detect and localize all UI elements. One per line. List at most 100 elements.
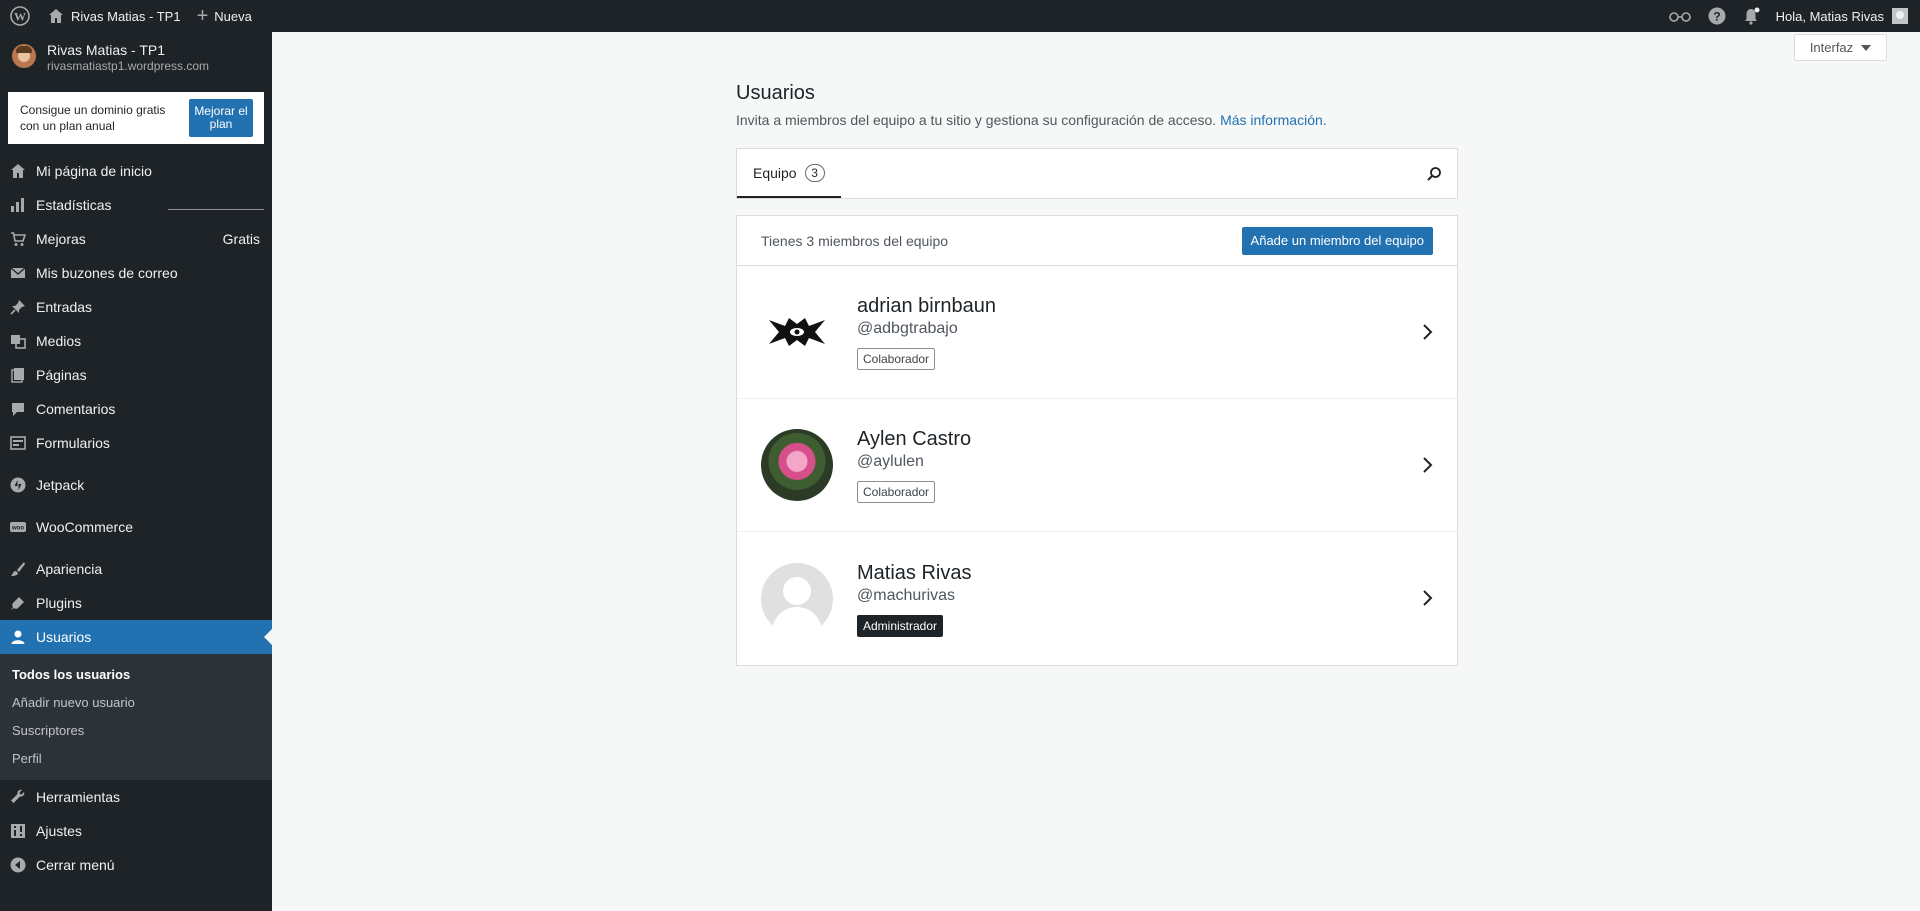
site-title: Rivas Matias - TP1	[71, 8, 181, 24]
menu-item-comments[interactable]: Comentarios	[0, 392, 272, 426]
members-header: Tienes 3 miembros del equipo Añade un mi…	[737, 216, 1457, 266]
divider	[168, 209, 264, 210]
submenu-all-users[interactable]: Todos los usuarios	[0, 660, 272, 688]
menu-item-pages[interactable]: Páginas	[0, 358, 272, 392]
reader-icon[interactable]	[1660, 0, 1700, 32]
cart-icon	[10, 231, 26, 247]
add-member-button[interactable]: Añade un miembro del equipo	[1241, 226, 1433, 255]
submenu-add-user[interactable]: Añadir nuevo usuario	[0, 688, 272, 716]
domain-promo: Consigue un dominio gratis con un plan a…	[8, 92, 264, 144]
menu-item-mailboxes[interactable]: Mis buzones de correo	[0, 256, 272, 290]
submenu-subscribers[interactable]: Suscriptores	[0, 716, 272, 744]
site-card[interactable]: Rivas Matias - TP1 rivasmatiastp1.wordpr…	[0, 32, 272, 84]
search-icon[interactable]	[1419, 159, 1449, 189]
menu-item-collapse[interactable]: Cerrar menú	[0, 848, 272, 882]
menu-item-upgrades[interactable]: Mejoras Gratis	[0, 222, 272, 256]
menu-item-label: Jetpack	[36, 477, 85, 493]
site-name: Rivas Matias - TP1	[47, 42, 165, 58]
plus-icon: +	[196, 5, 209, 27]
help-icon[interactable]: ?	[1700, 0, 1734, 32]
menu-item-label: Ajustes	[36, 823, 82, 839]
role-badge: Colaborador	[857, 348, 936, 370]
menu-item-label: Páginas	[36, 367, 87, 383]
menu-item-label: Comentarios	[36, 401, 116, 417]
avatar	[1892, 8, 1908, 24]
home-icon	[10, 163, 26, 179]
menu-item-label: Herramientas	[36, 789, 121, 805]
menu-item-label: Estadísticas	[36, 197, 112, 213]
menu-item-label: Medios	[36, 333, 82, 349]
woo-icon: woo	[10, 519, 26, 535]
interface-dropdown[interactable]: Interfaz	[1794, 34, 1887, 61]
site-avatar	[12, 44, 36, 68]
menu-item-users[interactable]: Usuarios	[0, 620, 272, 654]
forms-icon	[10, 435, 26, 451]
user-icon	[10, 629, 26, 645]
menu-item-forms[interactable]: Formularios	[0, 426, 272, 460]
greeting: Hola, Matias Rivas	[1775, 8, 1884, 24]
promo-text: Consigue un dominio gratis con un plan a…	[20, 103, 166, 133]
users-submenu: Todos los usuarios Añadir nuevo usuario …	[0, 654, 272, 780]
chevron-right-icon	[1423, 324, 1433, 340]
members-summary: Tienes 3 miembros del equipo	[761, 232, 949, 249]
tab-label: Equipo	[753, 164, 797, 181]
tabs-bar: Equipo 3	[736, 148, 1458, 199]
menu-item-appearance[interactable]: Apariencia	[0, 552, 272, 586]
stats-icon	[10, 197, 26, 213]
settings-icon	[10, 823, 26, 839]
new-label: Nueva	[214, 8, 252, 24]
site-home-link[interactable]: Rivas Matias - TP1	[40, 0, 189, 32]
list-item[interactable]: adrian birnbaun @adbgtrabajo Colaborador	[737, 266, 1457, 399]
jetpack-icon	[10, 477, 26, 493]
menu-item-posts[interactable]: Entradas	[0, 290, 272, 324]
wrench-icon	[10, 789, 26, 805]
member-handle: @aylulen	[857, 453, 924, 470]
member-name: Matias Rivas	[857, 561, 972, 584]
role-badge: Administrador	[857, 614, 944, 637]
members-card: Tienes 3 miembros del equipo Añade un mi…	[736, 215, 1458, 666]
chevron-right-icon	[1423, 457, 1433, 473]
submenu-profile[interactable]: Perfil	[0, 744, 272, 772]
list-item[interactable]: Matias Rivas @machurivas Administrador	[737, 532, 1457, 665]
svg-text:woo: woo	[11, 526, 24, 532]
page-subtitle: Invita a miembros del equipo a tu sitio …	[736, 112, 1458, 128]
caret-down-icon	[1861, 44, 1872, 51]
brush-icon	[10, 561, 26, 577]
new-content-button[interactable]: + Nueva	[189, 0, 260, 32]
menu-item-jetpack[interactable]: Jetpack	[0, 468, 272, 502]
menu-item-media[interactable]: Medios	[0, 324, 272, 358]
collapse-icon	[10, 857, 26, 873]
chevron-right-icon	[1423, 590, 1433, 606]
wordpress-logo-icon[interactable]: W	[0, 0, 40, 32]
home-icon	[48, 8, 64, 24]
admin-sidebar: Rivas Matias - TP1 rivasmatiastp1.wordpr…	[0, 32, 272, 911]
member-handle: @adbgtrabajo	[857, 320, 958, 337]
member-name: adrian birnbaun	[857, 295, 996, 317]
avatar	[761, 429, 833, 501]
tab-team[interactable]: Equipo 3	[737, 149, 841, 198]
pages-icon	[10, 367, 26, 383]
menu-item-label: Plugins	[36, 595, 82, 611]
menu-item-plugins[interactable]: Plugins	[0, 586, 272, 620]
menu-item-woocommerce[interactable]: woo WooCommerce	[0, 510, 272, 544]
menu-item-label: Mejoras	[36, 231, 86, 247]
notifications-icon[interactable]	[1734, 0, 1768, 32]
member-name: Aylen Castro	[857, 428, 972, 450]
list-item[interactable]: Aylen Castro @aylulen Colaborador	[737, 399, 1457, 532]
upgrade-plan-button[interactable]: Mejorar el plan	[189, 99, 253, 137]
comments-icon	[10, 401, 26, 417]
account-menu[interactable]: Hola, Matias Rivas	[1768, 0, 1916, 32]
site-url: rivasmatiastp1.wordpress.com	[47, 59, 210, 73]
menu-item-settings[interactable]: Ajustes	[0, 814, 272, 848]
more-info-link[interactable]: Más información.	[1220, 112, 1327, 128]
menu-item-home[interactable]: Mi página de inicio	[0, 154, 272, 188]
menu-item-stats[interactable]: Estadísticas	[0, 188, 272, 222]
avatar	[761, 562, 833, 635]
pin-icon	[10, 299, 26, 315]
menu-item-label: Formularios	[36, 435, 110, 451]
role-badge: Colaborador	[857, 481, 936, 503]
tab-count-badge: 3	[804, 163, 825, 182]
menu-item-tools[interactable]: Herramientas	[0, 780, 272, 814]
plugin-icon	[10, 595, 26, 611]
menu-item-label: Entradas	[36, 299, 93, 315]
